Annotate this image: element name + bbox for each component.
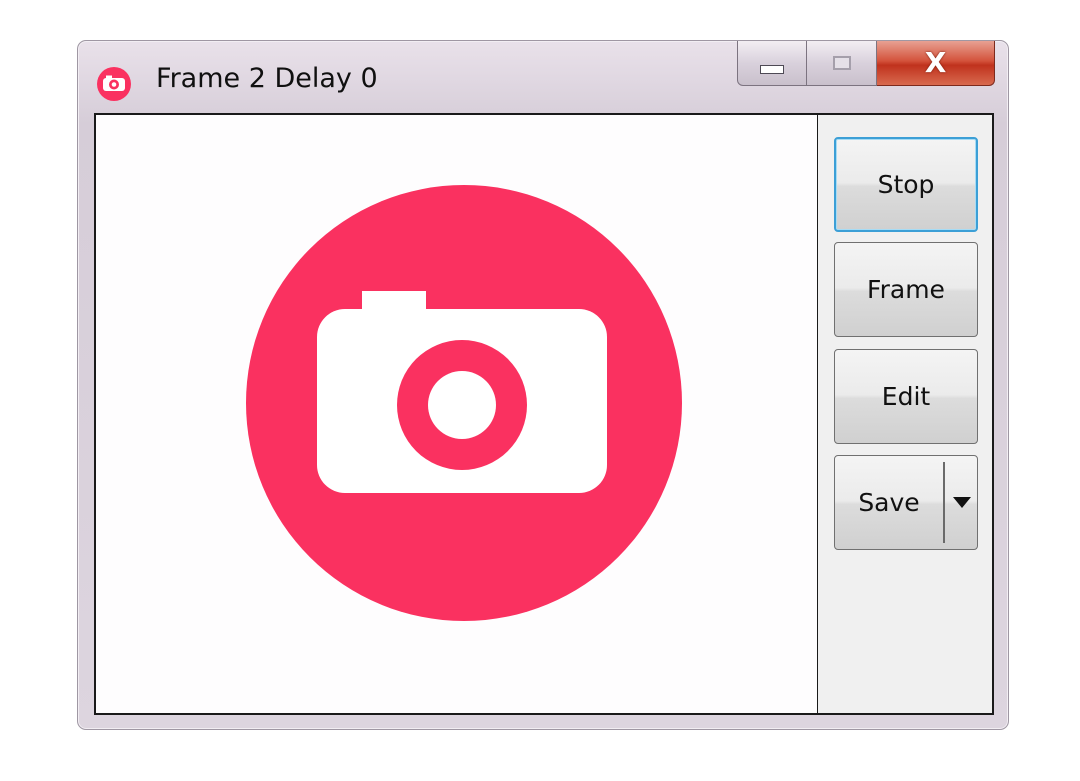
stop-button-label: Stop: [877, 170, 935, 199]
triangle-down-icon: [952, 497, 971, 508]
edit-button[interactable]: Edit: [834, 349, 978, 444]
minimize-button[interactable]: [737, 41, 807, 86]
maximize-icon: [832, 56, 851, 70]
caption-buttons: X: [737, 41, 995, 89]
recorder-window: Frame 2 Delay 0 X Stop Frame Edit Save: [77, 40, 1009, 730]
maximize-button[interactable]: [807, 41, 877, 86]
save-dropdown-button[interactable]: [946, 456, 977, 549]
frame-button-label: Frame: [867, 275, 945, 304]
save-button-label: Save: [858, 488, 920, 517]
save-split-button: Save: [834, 455, 978, 550]
camera-icon: [97, 67, 131, 101]
edit-button-label: Edit: [881, 382, 931, 411]
camera-icon: [246, 185, 682, 621]
minimize-icon: [760, 64, 784, 74]
stop-button[interactable]: Stop: [834, 137, 978, 232]
split-divider: [943, 462, 945, 543]
save-button[interactable]: Save: [835, 456, 943, 549]
close-icon: X: [924, 46, 947, 79]
frame-button[interactable]: Frame: [834, 242, 978, 337]
title-bar[interactable]: Frame 2 Delay 0 X: [78, 41, 1008, 113]
client-area: Stop Frame Edit Save: [94, 113, 994, 715]
recording-canvas: [96, 115, 818, 713]
window-title: Frame 2 Delay 0: [156, 63, 378, 94]
close-button[interactable]: X: [877, 41, 995, 86]
